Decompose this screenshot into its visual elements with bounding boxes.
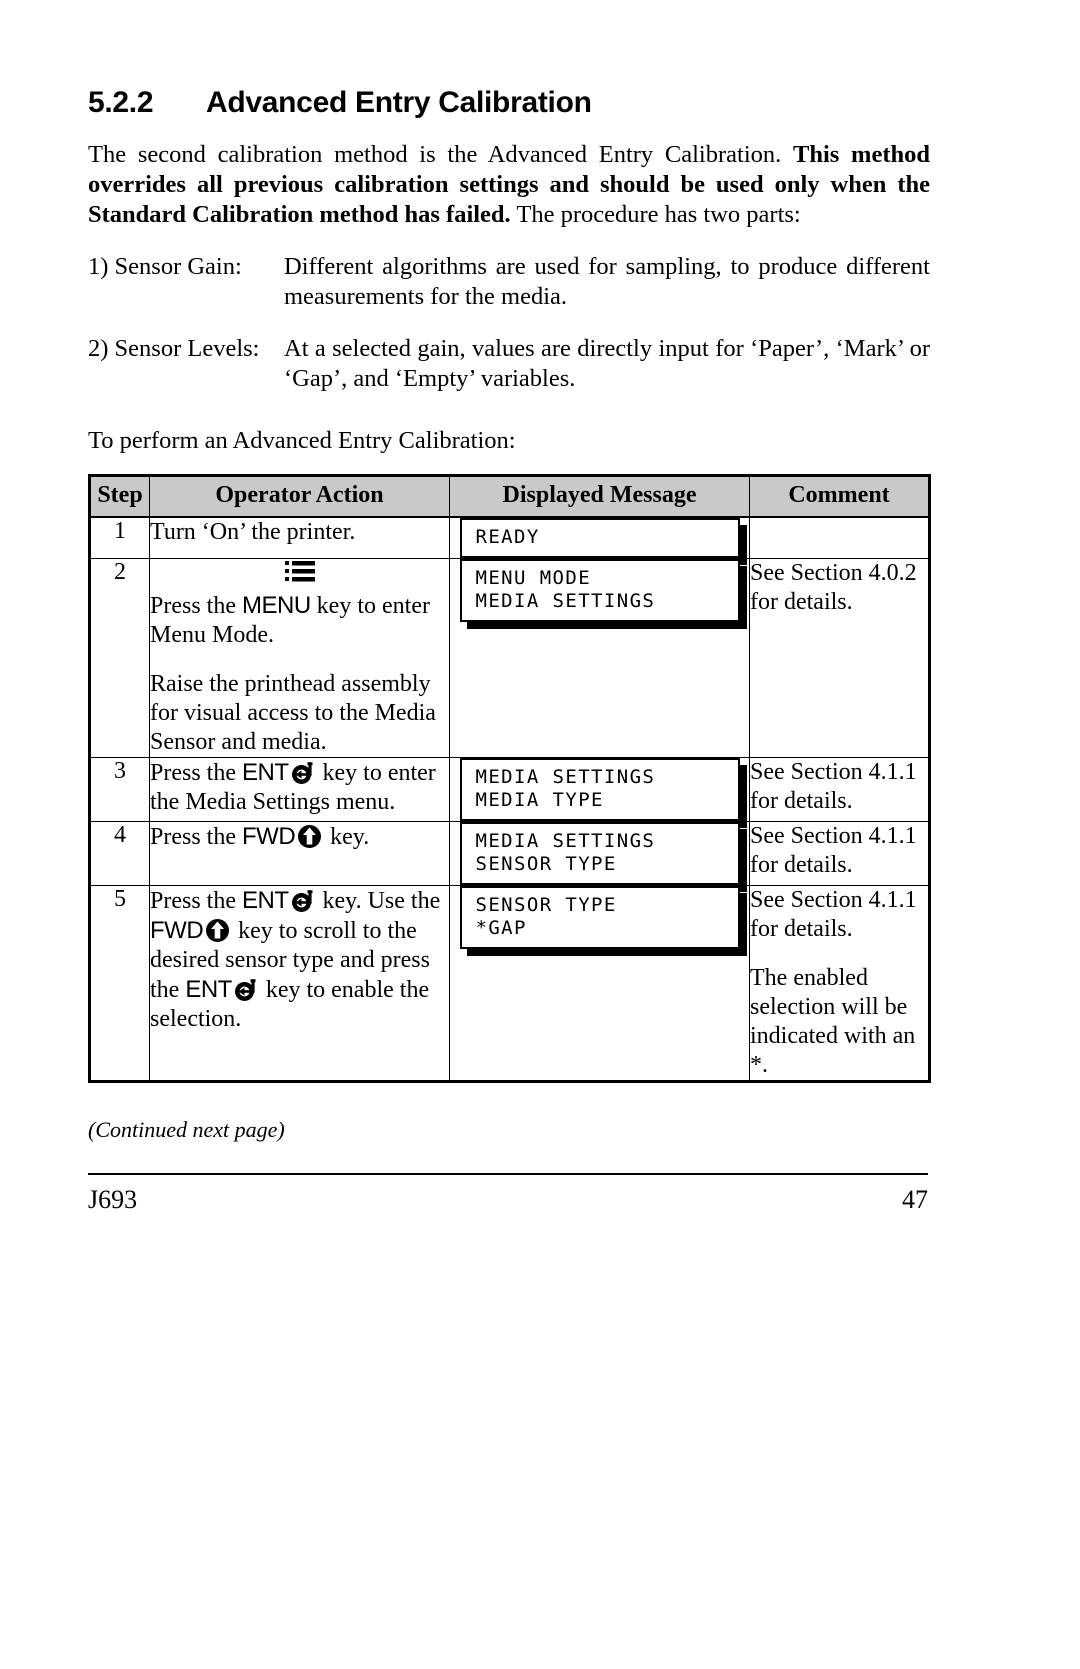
comment-cell: See Section 4.1.1 for details. xyxy=(749,821,930,886)
comment-text: See Section 4.1.1 for details. xyxy=(750,887,917,942)
operator-action: Press the MENU key to enter Menu Mode. R… xyxy=(149,558,450,758)
continued-note: (Continued next page) xyxy=(88,1117,285,1142)
action-pre-text: Press the xyxy=(150,593,242,619)
menu-list-icon xyxy=(284,560,315,584)
lcd-screen: MENU MODE MEDIA SETTINGS xyxy=(459,559,740,622)
section-title: Advanced Entry Calibration xyxy=(206,86,592,119)
menu-list-icon-wrapper xyxy=(150,559,449,589)
lcd-line: SENSOR TYPE xyxy=(475,853,617,875)
lcd-display: MEDIA SETTINGS MEDIA TYPE xyxy=(459,758,747,828)
up-arrow-circle-icon xyxy=(297,824,322,849)
lcd-line: READY xyxy=(475,526,540,548)
action-post-text: key. xyxy=(324,824,370,850)
operator-action: Press the ENT key to enter the Media Set… xyxy=(149,757,450,822)
lcd-display: MEDIA SETTINGS SENSOR TYPE xyxy=(459,822,747,892)
intro-part2: The procedure has two parts: xyxy=(510,201,801,228)
comment-text: The enabled selection will be indicated … xyxy=(750,965,916,1078)
part-label: 1) Sensor Gain: xyxy=(88,253,242,280)
action-pre-text: Press the xyxy=(150,760,242,786)
up-arrow-circle-icon xyxy=(205,918,230,943)
section-number: 5.2.2 xyxy=(88,86,154,119)
step-number: 3 xyxy=(89,757,150,822)
comment-cell: See Section 4.0.2 for details. xyxy=(749,558,930,758)
displayed-message: MENU MODE MEDIA SETTINGS xyxy=(449,558,750,758)
column-header-operator-action: Operator Action xyxy=(149,475,450,518)
lcd-line: MEDIA SETTINGS xyxy=(475,766,656,788)
lcd-line: *GAP xyxy=(475,917,527,939)
lcd-screen: READY xyxy=(459,518,740,558)
action-text: Turn ‘On’ the printer. xyxy=(150,519,356,545)
lcd-line: MENU MODE xyxy=(475,567,592,589)
action-second-paragraph: Raise the printhead assembly for visual … xyxy=(150,671,436,755)
lcd-display: MENU MODE MEDIA SETTINGS xyxy=(459,559,747,629)
list-item: 2) Sensor Levels: At a selected gain, va… xyxy=(88,334,930,394)
action-pre-text: Press the xyxy=(150,824,242,850)
displayed-message: MEDIA SETTINGS MEDIA TYPE xyxy=(449,757,750,828)
table-intro: To perform an Advanced Entry Calibration… xyxy=(88,427,516,454)
table-row: 3 Press the ENT key to enter the Media S… xyxy=(89,757,930,828)
fwd-key-label: FWD xyxy=(150,917,204,944)
enter-arrow-icon xyxy=(290,888,316,914)
comment-text: See Section 4.1.1 for details. xyxy=(750,759,917,814)
lcd-screen: SENSOR TYPE *GAP xyxy=(459,886,740,949)
menu-key-label: MENU xyxy=(242,592,311,619)
part-label: 2) Sensor Levels: xyxy=(88,335,260,362)
column-header-comment: Comment xyxy=(749,475,930,518)
lcd-line: MEDIA SETTINGS xyxy=(475,590,656,612)
page-number: 47 xyxy=(902,1185,928,1214)
list-item: 1) Sensor Gain: Different algorithms are… xyxy=(88,252,930,312)
lcd-screen: MEDIA SETTINGS MEDIA TYPE xyxy=(459,758,740,821)
lcd-line: MEDIA SETTINGS xyxy=(475,830,656,852)
procedure-table: Step Operator Action Displayed Message C… xyxy=(88,474,931,1083)
part-text: Different algorithms are used for sampli… xyxy=(284,253,930,310)
lcd-screen: MEDIA SETTINGS SENSOR TYPE xyxy=(459,822,740,885)
action-seq-0: Press the xyxy=(150,888,242,914)
ent-key-label: ENT xyxy=(242,887,289,914)
operator-action: Press the FWD key. xyxy=(149,821,450,886)
enter-arrow-icon xyxy=(290,760,316,786)
part-text: At a selected gain, values are directly … xyxy=(284,335,930,392)
intro-part1: The second calibration method is the Adv… xyxy=(88,141,793,168)
lcd-line: SENSOR TYPE xyxy=(475,894,617,916)
comment-cell xyxy=(749,516,930,559)
action-seq-2: key. Use the xyxy=(316,888,441,914)
step-number: 5 xyxy=(89,885,150,1082)
comment-text: See Section 4.0.2 for details. xyxy=(750,560,917,615)
ent-key-label: ENT xyxy=(242,759,289,786)
operator-action: Turn ‘On’ the printer. xyxy=(149,516,450,559)
ent-key-label: ENT xyxy=(185,976,232,1003)
comment-text: See Section 4.1.1 for details. xyxy=(750,823,917,878)
displayed-message: SENSOR TYPE *GAP xyxy=(449,885,750,1082)
column-header-displayed-message: Displayed Message xyxy=(449,475,750,518)
page-title: 5.2.2 Advanced Entry Calibration xyxy=(88,86,930,120)
lcd-line: MEDIA TYPE xyxy=(475,789,604,811)
fwd-key-label: FWD xyxy=(242,823,296,850)
document-page: 5.2.2 Advanced Entry Calibration The sec… xyxy=(88,0,931,1669)
table-row: 5 Press the ENT key. Use the FWD key to … xyxy=(89,885,930,1082)
intro-paragraph: The second calibration method is the Adv… xyxy=(88,140,930,230)
enter-arrow-icon xyxy=(233,977,259,1003)
lcd-display: READY xyxy=(459,518,747,565)
table-header-row: Step Operator Action Displayed Message C… xyxy=(89,475,930,518)
page-footer: J693 47 xyxy=(88,1175,928,1215)
lcd-display: SENSOR TYPE *GAP xyxy=(459,886,747,956)
table-row: 1 Turn ‘On’ the printer. READY xyxy=(89,516,930,565)
comment-cell: See Section 4.1.1 for details. xyxy=(749,757,930,822)
displayed-message: READY xyxy=(449,516,750,565)
operator-action: Press the ENT key. Use the FWD key to sc… xyxy=(149,885,450,1082)
comment-cell: See Section 4.1.1 for details. The enabl… xyxy=(749,885,930,1082)
step-number: 4 xyxy=(89,821,150,886)
column-header-step: Step xyxy=(89,475,150,518)
displayed-message: MEDIA SETTINGS SENSOR TYPE xyxy=(449,821,750,892)
step-number: 2 xyxy=(89,558,150,758)
table-row: 4 Press the FWD key. MEDIA SETTINGS SENS… xyxy=(89,821,930,892)
step-number: 1 xyxy=(89,516,150,559)
table-row: 2 Press the MENU key to enter Menu Mode.… xyxy=(89,558,930,758)
document-id: J693 xyxy=(88,1185,138,1214)
